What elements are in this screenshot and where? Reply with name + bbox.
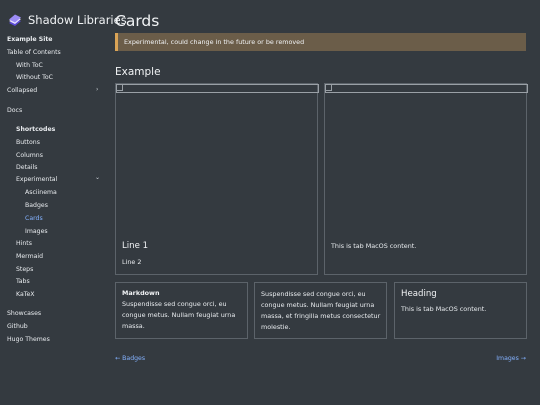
- sidebar-item-mermaid[interactable]: Mermaid: [16, 253, 43, 260]
- broken-image-icon: [116, 84, 319, 93]
- prev-page-link[interactable]: ← Badges: [115, 355, 145, 362]
- sidebar-item-badges[interactable]: Badges: [25, 202, 48, 209]
- sidebar-item-hugo-themes[interactable]: Hugo Themes: [7, 336, 50, 343]
- card-markdown: Markdown Suspendisse sed congue orci, eu…: [115, 282, 248, 339]
- card-macos: This is tab MacOS content.: [324, 83, 528, 275]
- card-line: molestie.: [261, 323, 291, 331]
- sidebar-item-katex[interactable]: KaTeX: [16, 291, 35, 298]
- sidebar-item-github[interactable]: Github: [7, 323, 28, 330]
- card-line: congue metus. Nullam feugiat urna: [122, 311, 236, 319]
- sidebar-item-steps[interactable]: Steps: [16, 266, 33, 273]
- card-lorem: Suspendisse sed congue orci, eu congue m…: [254, 282, 387, 339]
- brand-title: Shadow Libraries: [28, 13, 127, 27]
- card-line1: Line 1 Line 2: [115, 83, 319, 275]
- brand-link[interactable]: Shadow Libraries: [7, 12, 127, 28]
- card-text: Line 2: [122, 258, 142, 266]
- sidebar-item-experimental[interactable]: Experimental: [16, 176, 57, 183]
- card-line: congue metus. Nullam feugiat urna: [261, 301, 375, 309]
- section-title: Example: [115, 66, 161, 78]
- page-title: Cards: [115, 12, 160, 30]
- card-title: Heading: [401, 289, 437, 299]
- chevron-down-icon[interactable]: ⌄: [95, 174, 100, 181]
- card-text: This is tab MacOS content.: [331, 242, 417, 250]
- hint-text: Experimental, could change in the future…: [124, 38, 305, 46]
- card-line: Suspendisse sed congue orci, eu: [122, 300, 227, 308]
- card-strong-title: Markdown: [122, 289, 160, 297]
- warning-hint: Experimental, could change in the future…: [115, 33, 526, 51]
- sidebar-item-collapsed[interactable]: Collapsed: [7, 87, 37, 94]
- sidebar-item-example-site[interactable]: Example Site: [7, 36, 52, 43]
- card-line: massa.: [122, 322, 145, 330]
- card-text: This is tab MacOS content.: [401, 305, 487, 313]
- sidebar: Shadow Libraries Example Site Table of C…: [0, 0, 127, 405]
- card-line: massa, et fringilla metus consectetur: [261, 312, 381, 320]
- sidebar-item-with-toc[interactable]: With ToC: [16, 62, 43, 69]
- card-line: Suspendisse sed congue orci, eu: [261, 290, 366, 298]
- sidebar-item-details[interactable]: Details: [16, 164, 37, 171]
- sidebar-item-columns[interactable]: Columns: [16, 152, 43, 159]
- sidebar-item-tabs[interactable]: Tabs: [16, 278, 30, 285]
- sidebar-item-showcases[interactable]: Showcases: [7, 310, 41, 317]
- sidebar-item-table-of-contents[interactable]: Table of Contents: [7, 49, 61, 56]
- book-logo-icon: [9, 14, 21, 26]
- card-heading: Heading This is tab MacOS content.: [394, 282, 527, 339]
- next-page-link[interactable]: Images →: [496, 355, 526, 362]
- sidebar-item-buttons[interactable]: Buttons: [16, 139, 40, 146]
- card-title: Line 1: [122, 241, 149, 251]
- chevron-right-icon[interactable]: ›: [96, 86, 98, 93]
- broken-image-icon: [325, 84, 528, 93]
- sidebar-item-shortcodes[interactable]: Shortcodes: [16, 126, 55, 133]
- sidebar-item-asciinema[interactable]: Asciinema: [25, 189, 57, 196]
- sidebar-item-hints[interactable]: Hints: [16, 240, 32, 247]
- sidebar-item-cards[interactable]: Cards: [25, 215, 43, 222]
- sidebar-item-images[interactable]: Images: [25, 228, 48, 235]
- sidebar-item-docs[interactable]: Docs: [7, 107, 22, 114]
- sidebar-item-without-toc[interactable]: Without ToC: [16, 74, 53, 81]
